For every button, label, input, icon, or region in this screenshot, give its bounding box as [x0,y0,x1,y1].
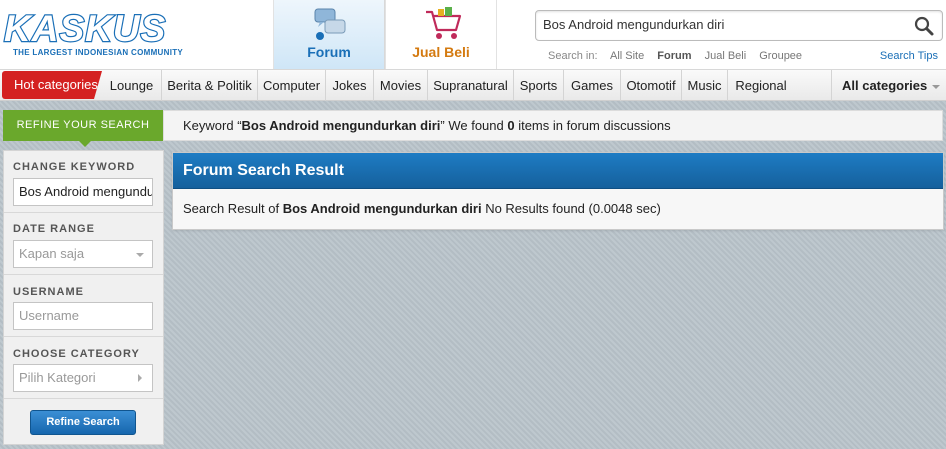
category-music[interactable]: Music [682,70,728,101]
chevron-right-icon [138,374,142,382]
tab-jual-beli-label: Jual Beli [412,44,470,60]
results-prefix: Search Result of [183,201,283,216]
category-lounge[interactable]: Lounge [102,70,162,101]
category-regional[interactable]: Regional [728,70,794,101]
category-games[interactable]: Games [564,70,621,101]
category-value: Pilih Kategori [19,370,96,385]
category-select[interactable]: Pilih Kategori [13,364,153,392]
nav-tab-jual-beli[interactable]: Jual Beli [385,0,497,69]
username-section: USERNAME Username [4,275,163,337]
change-keyword-label: CHANGE KEYWORD [13,161,136,173]
username-field[interactable]: Username [13,302,153,330]
results-suffix: No Results found (0.0048 sec) [481,201,661,216]
logo-wordmark: KASKUS [3,8,167,49]
kaskus-logo[interactable]: KASKUS THE LARGEST INDONESIAN COMMUNITY [3,8,274,65]
date-range-value: Kapan saja [19,246,85,261]
results-query: Bos Android mengundurkan diri [282,201,482,216]
search-icon[interactable] [912,14,936,38]
category-section: CHOOSE CATEGORY Pilih Kategori [4,337,163,399]
category-bar: Hot categories Lounge Berita & Politik C… [0,70,946,101]
choose-category-label: CHOOSE CATEGORY [13,348,140,360]
results-title: Forum Search Result [173,153,943,189]
shopping-cart-icon [426,7,462,39]
category-supranatural[interactable]: Supranatural [428,70,514,101]
forum-icon [314,8,346,40]
all-categories-label: All categories [842,78,928,93]
search-scope-all-site[interactable]: All Site [610,50,644,62]
logo-tagline: THE LARGEST INDONESIAN COMMUNITY [13,48,184,57]
date-range-label: DATE RANGE [13,223,95,235]
all-categories-dropdown[interactable]: All categories [831,70,941,101]
search-scope-groupee[interactable]: Groupee [759,50,802,62]
date-range-section: DATE RANGE Kapan saja [4,213,163,275]
username-label: USERNAME [13,286,84,298]
keyword-suffix: items in forum discussions [514,118,671,133]
search-in-label: Search in: [548,50,598,62]
search-results-panel: Forum Search Result Search Result of Bos… [172,152,944,230]
tab-forum-label: Forum [307,44,351,60]
date-range-select[interactable]: Kapan saja [13,240,153,268]
hot-categories-button[interactable]: Hot categories [2,71,102,99]
refine-your-search-tab: REFINE YOUR SEARCH [3,110,163,147]
category-movies[interactable]: Movies [374,70,428,101]
search-scope-forum[interactable]: Forum [657,50,691,62]
keyword-field[interactable]: Bos Android mengundurkan diri [13,178,153,206]
keyword-value: Bos Android mengundurkan diri [241,118,441,133]
keyword-prefix: Keyword “ [183,118,242,133]
results-message: Search Result of Bos Android mengundurka… [183,201,661,216]
keyword-summary: Keyword “Bos Android mengundurkan diri” … [163,110,943,141]
category-berita-politik[interactable]: Berita & Politik [162,70,258,101]
change-keyword-section: CHANGE KEYWORD Bos Android mengundurkan … [4,151,163,213]
chevron-down-icon [136,253,144,257]
search-scope: Search in: All Site Forum Jual Beli Grou… [548,50,812,62]
site-header: KASKUS THE LARGEST INDONESIAN COMMUNITY … [0,0,946,70]
search-tips-link[interactable]: Search Tips [880,50,938,62]
search-input[interactable] [543,17,893,32]
refine-search-button[interactable]: Refine Search [30,410,136,435]
category-sports[interactable]: Sports [514,70,564,101]
category-jokes[interactable]: Jokes [326,70,374,101]
nav-tab-forum[interactable]: Forum [273,0,385,69]
chevron-down-icon [932,84,941,89]
category-computer[interactable]: Computer [258,70,326,101]
result-count: 0 [507,118,515,133]
refine-sidebar: CHANGE KEYWORD Bos Android mengundurkan … [3,150,164,445]
keyword-mid: ” We found [440,118,508,133]
search-scope-jual-beli[interactable]: Jual Beli [705,50,747,62]
search-box [535,10,943,41]
category-otomotif[interactable]: Otomotif [621,70,682,101]
